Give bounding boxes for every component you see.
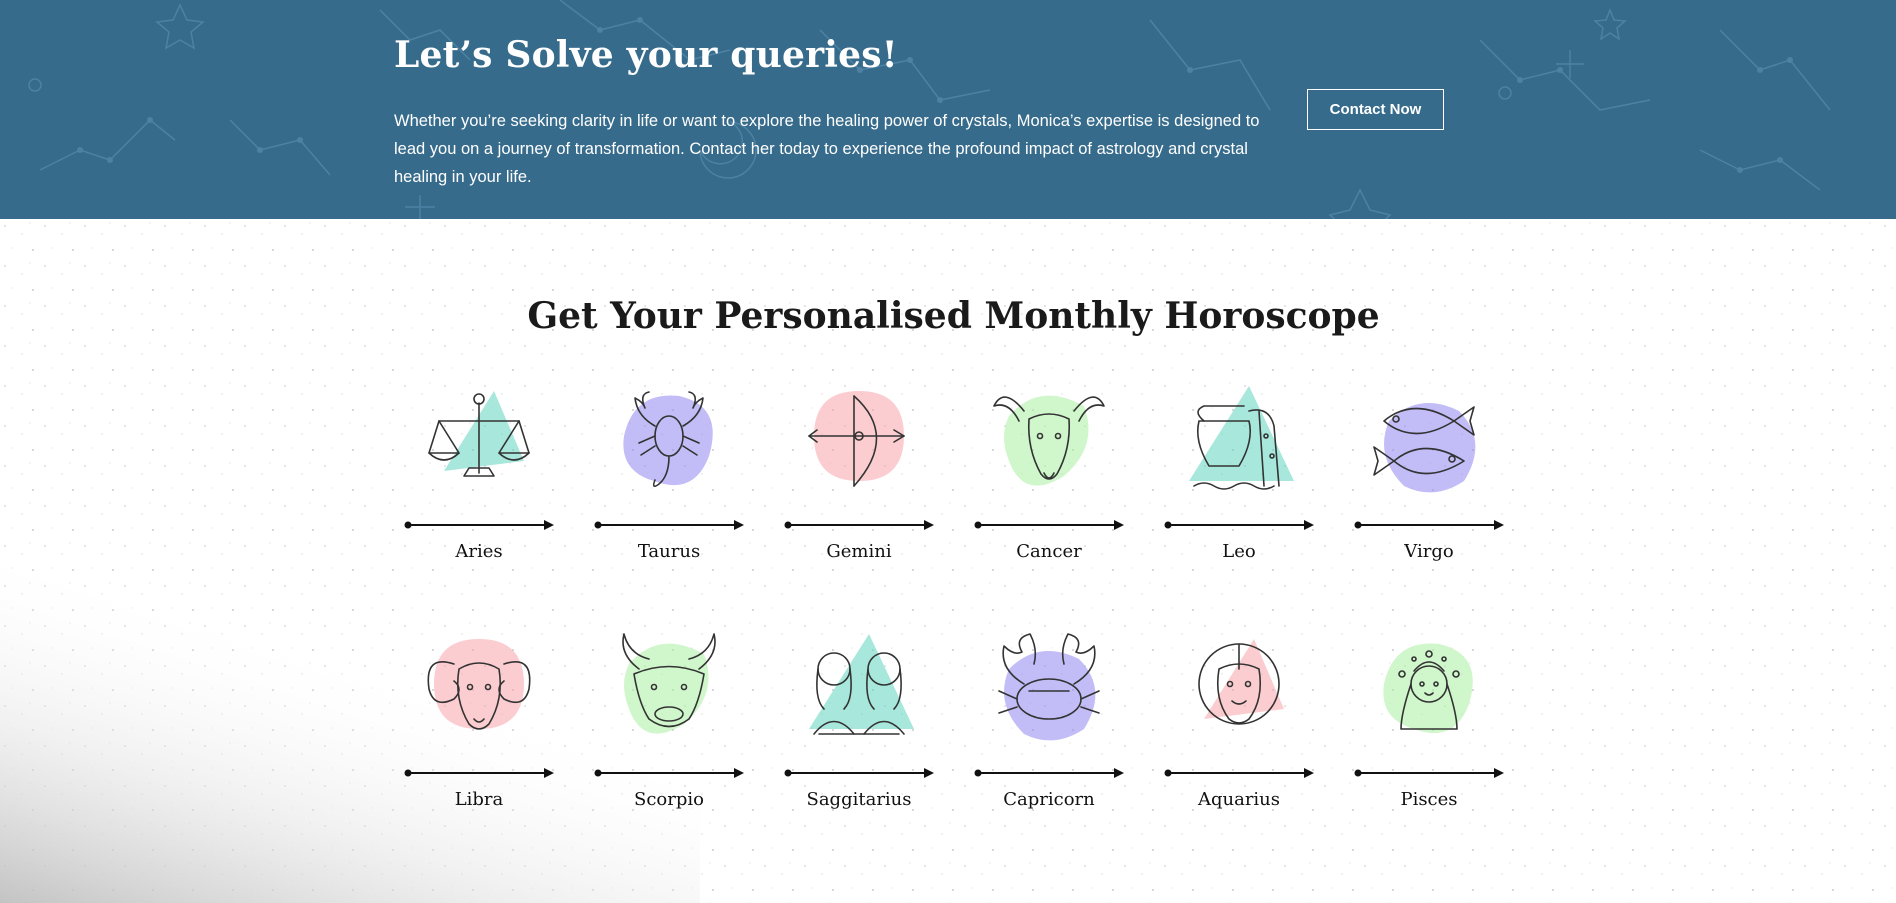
contact-now-button[interactable]: Contact Now <box>1307 89 1444 130</box>
water-jug-icon[interactable] <box>1174 381 1304 501</box>
zodiac-name[interactable]: Cancer <box>974 541 1124 562</box>
zodiac-card-saggitarius[interactable]: Saggitarius <box>784 629 934 829</box>
arrow-right-icon <box>404 768 554 778</box>
zodiac-name[interactable]: Aries <box>404 541 554 562</box>
zodiac-name[interactable]: Gemini <box>784 541 934 562</box>
arrow-right-icon <box>784 520 934 530</box>
zodiac-card-virgo[interactable]: Virgo <box>1354 381 1504 581</box>
zodiac-card-pisces[interactable]: Pisces <box>1354 629 1504 829</box>
ram-icon[interactable] <box>414 629 544 749</box>
horoscope-title: Get Your Personalised Monthly Horoscope <box>527 295 1380 337</box>
bull-icon[interactable] <box>604 629 734 749</box>
zodiac-card-cancer[interactable]: Cancer <box>974 381 1124 581</box>
goat-icon[interactable] <box>984 381 1114 501</box>
zodiac-card-leo[interactable]: Leo <box>1164 381 1314 581</box>
zodiac-name[interactable]: Taurus <box>594 541 744 562</box>
bow-arrow-icon[interactable] <box>794 381 924 501</box>
zodiac-name[interactable]: Libra <box>404 789 554 810</box>
libra-scales-icon[interactable] <box>414 381 544 501</box>
contact-banner: Let’s Solve your queries! Whether you’re… <box>0 0 1896 219</box>
arrow-right-icon <box>594 768 744 778</box>
twins-icon[interactable] <box>794 629 924 749</box>
zodiac-name[interactable]: Aquarius <box>1164 789 1314 810</box>
zodiac-card-gemini[interactable]: Gemini <box>784 381 934 581</box>
arrow-right-icon <box>974 520 1124 530</box>
arrow-right-icon <box>1164 520 1314 530</box>
banner-title: Let’s Solve your queries! <box>394 34 898 76</box>
horoscope-section: Get Your Personalised Monthly Horoscope … <box>0 219 1896 903</box>
zodiac-name[interactable]: Leo <box>1164 541 1314 562</box>
scorpion-icon[interactable] <box>604 381 734 501</box>
arrow-right-icon <box>594 520 744 530</box>
zodiac-card-aries[interactable]: Aries <box>404 381 554 581</box>
arrow-right-icon <box>1354 520 1504 530</box>
arrow-right-icon <box>974 768 1124 778</box>
zodiac-name[interactable]: Scorpio <box>594 789 744 810</box>
zodiac-name[interactable]: Pisces <box>1354 789 1504 810</box>
arrow-right-icon <box>1354 768 1504 778</box>
zodiac-card-capricorn[interactable]: Capricorn <box>974 629 1124 829</box>
zodiac-name[interactable]: Virgo <box>1354 541 1504 562</box>
two-fish-icon[interactable] <box>1364 381 1494 501</box>
lion-icon[interactable] <box>1174 629 1304 749</box>
maiden-icon[interactable] <box>1364 629 1494 749</box>
arrow-right-icon <box>404 520 554 530</box>
zodiac-card-aquarius[interactable]: Aquarius <box>1164 629 1314 829</box>
zodiac-name[interactable]: Saggitarius <box>784 789 934 810</box>
banner-description: Whether you’re seeking clarity in life o… <box>394 112 1260 186</box>
zodiac-card-libra[interactable]: Libra <box>404 629 554 829</box>
zodiac-card-scorpio[interactable]: Scorpio <box>594 629 744 829</box>
arrow-right-icon <box>1164 768 1314 778</box>
crab-icon[interactable] <box>984 629 1114 749</box>
zodiac-card-taurus[interactable]: Taurus <box>594 381 744 581</box>
arrow-right-icon <box>784 768 934 778</box>
zodiac-name[interactable]: Capricorn <box>974 789 1124 810</box>
